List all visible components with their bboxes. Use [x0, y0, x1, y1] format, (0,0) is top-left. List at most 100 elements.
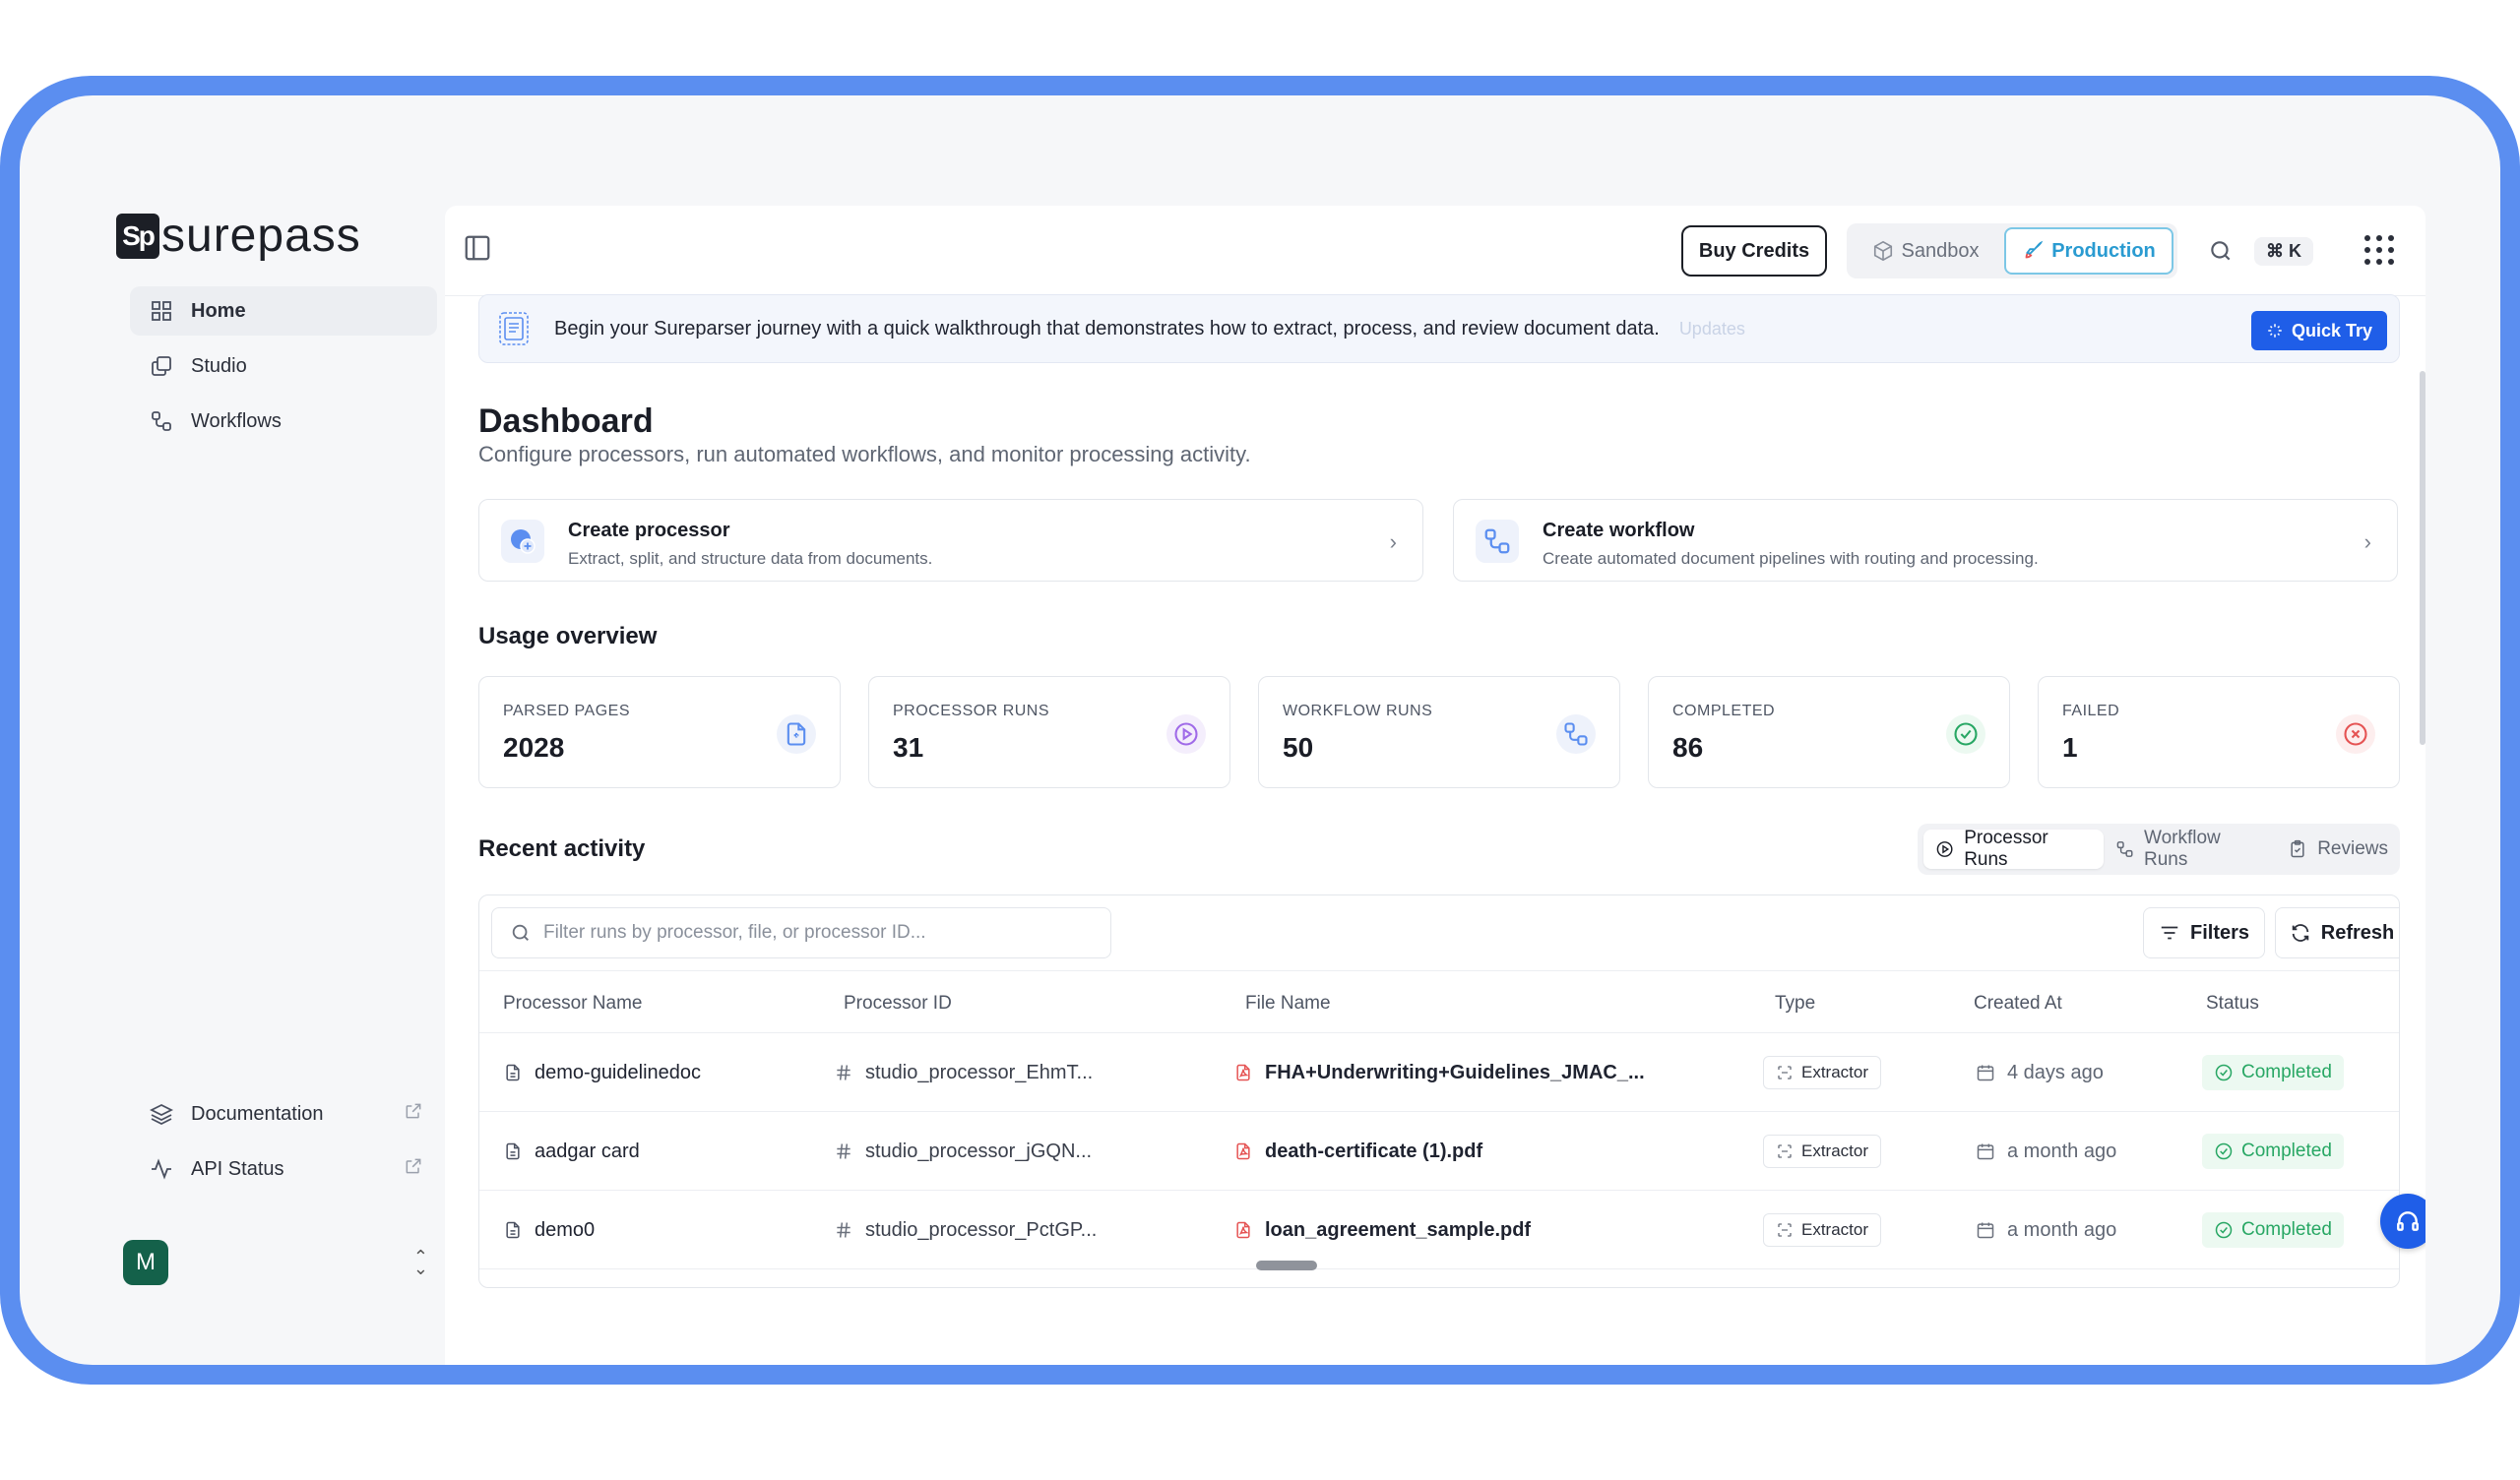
sidebar-item-workflows[interactable]: Workflows	[130, 397, 437, 446]
refresh-label: Refresh	[2320, 921, 2395, 944]
status-cell: Completed	[2202, 1033, 2344, 1112]
logo-mark: Sp	[116, 213, 159, 259]
created-at: a month ago	[2007, 1218, 2117, 1241]
type-cell: Extractor	[1763, 1033, 1882, 1112]
sidebar-toggle-button[interactable]	[463, 233, 492, 263]
sidebar-item-label: Workflows	[191, 409, 282, 432]
page-title: Dashboard	[478, 402, 654, 440]
refresh-button[interactable]: Refresh	[2275, 907, 2399, 958]
col-type[interactable]: Type	[1775, 993, 1815, 1015]
pdf-file-icon	[1236, 1064, 1250, 1081]
create-workflow-card[interactable]: Create workflow Create automated documen…	[1453, 499, 2398, 582]
buy-credits-button[interactable]: Buy Credits	[1681, 225, 1827, 277]
production-label: Production	[2051, 239, 2156, 262]
hash-icon	[837, 1065, 850, 1080]
tab-label: Reviews	[2317, 838, 2388, 859]
vertical-scrollbar[interactable]	[2420, 371, 2426, 745]
workflow-icon	[1556, 714, 1596, 754]
status-badge: Completed	[2202, 1055, 2344, 1090]
file-name-cell[interactable]: FHA+Underwriting+Guidelines_JMAC_...	[1233, 1033, 1645, 1112]
search-icon	[2197, 227, 2244, 275]
device-frame: Sp surepass Home Studio Workflows Docume…	[0, 76, 2520, 1385]
table-header: Processor Name Processor ID File Name Ty…	[479, 970, 2399, 1033]
col-status[interactable]: Status	[2206, 993, 2259, 1015]
file-name-cell[interactable]: loan_agreement_sample.pdf	[1233, 1191, 1531, 1269]
processor-id: studio_processor_jGQN...	[865, 1140, 1093, 1162]
refresh-icon	[2292, 924, 2308, 942]
processor-name-cell: demo0	[503, 1191, 595, 1269]
logo-text: surepass	[161, 210, 361, 262]
create-processor-card[interactable]: Create processor Extract, split, and str…	[478, 499, 1423, 582]
stat-processor-runs: PROCESSOR RUNS 31	[868, 676, 1230, 788]
layers-icon	[150, 1103, 173, 1126]
status-label: Completed	[2241, 1141, 2332, 1161]
col-file-name[interactable]: File Name	[1245, 993, 1331, 1015]
sidebar-item-label: API Status	[191, 1157, 284, 1180]
sandbox-button[interactable]: Sandbox	[1853, 227, 1998, 275]
sidebar-item-documentation[interactable]: Documentation	[130, 1089, 437, 1139]
tab-workflow-runs[interactable]: Workflow Runs	[2104, 828, 2276, 870]
clipboard-icon	[2291, 839, 2304, 858]
sidebar-item-label: Documentation	[191, 1102, 324, 1125]
processor-id-cell: studio_processor_jGQN...	[834, 1112, 1092, 1191]
filter-runs-input[interactable]: Filter runs by processor, file, or proce…	[491, 907, 1111, 958]
scan-icon	[1778, 1144, 1792, 1158]
search-icon	[512, 924, 529, 941]
check-circle-icon	[2215, 1064, 2233, 1081]
file-icon	[506, 1064, 520, 1081]
item-left: Documentation	[150, 1102, 324, 1126]
sidebar-item-home[interactable]: Home	[130, 286, 437, 336]
col-processor-id[interactable]: Processor ID	[844, 993, 952, 1015]
type-badge: Extractor	[1763, 1213, 1882, 1247]
sandbox-label: Sandbox	[1901, 239, 1980, 262]
stat-value: 31	[893, 732, 924, 763]
environment-switch: Sandbox Production	[1847, 223, 2177, 278]
rocket-icon	[2025, 240, 2044, 259]
processor-plus-icon	[501, 520, 544, 563]
stat-parsed-pages: PARSED PAGES 2028	[478, 676, 841, 788]
stat-workflow-runs: WORKFLOW RUNS 50	[1258, 676, 1620, 788]
processor-name-cell: aadgar card	[503, 1112, 640, 1191]
quick-try-button[interactable]: Quick Try	[2251, 311, 2387, 350]
scan-icon	[1778, 1223, 1792, 1237]
grid-icon	[152, 301, 171, 321]
stat-failed: FAILED 1	[2038, 676, 2400, 788]
status-label: Completed	[2241, 1062, 2332, 1082]
stat-value: 2028	[503, 732, 565, 763]
filters-button[interactable]: Filters	[2143, 907, 2265, 958]
processor-name-cell: demo-guidelinedoc	[503, 1033, 701, 1112]
apps-grid-icon[interactable]	[2364, 235, 2394, 265]
card-description: Create automated document pipelines with…	[1543, 549, 2039, 568]
table-row[interactable]: demo-guidelinedoc studio_processor_EhmT.…	[479, 1033, 2399, 1112]
document-scan-icon	[777, 714, 816, 754]
sidebar-item-label: Home	[191, 299, 246, 322]
pdf-file-icon	[1236, 1142, 1250, 1160]
workflow-icon	[1476, 520, 1519, 563]
horizontal-scrollbar[interactable]	[1256, 1261, 1317, 1270]
shortcut-badge: ⌘ K	[2254, 236, 2313, 266]
col-processor-name[interactable]: Processor Name	[503, 993, 643, 1015]
processor-id: studio_processor_PctGP...	[865, 1218, 1098, 1241]
stat-label: PARSED PAGES	[503, 703, 630, 719]
brand-logo[interactable]: Sp surepass	[116, 209, 361, 263]
top-bar: Buy Credits Sandbox Production ⌘ K	[445, 206, 2426, 296]
tab-reviews[interactable]: Reviews	[2276, 830, 2400, 869]
table-row[interactable]: aadgar card studio_processor_jGQN... dea…	[479, 1112, 2399, 1191]
quick-try-label: Quick Try	[2291, 320, 2373, 340]
recent-activity-title: Recent activity	[478, 835, 646, 862]
stat-value: 1	[2062, 732, 2078, 763]
hash-icon	[837, 1143, 850, 1159]
calendar-icon	[1977, 1065, 1994, 1081]
production-button[interactable]: Production	[2004, 227, 2174, 275]
table-row[interactable]: demo0 studio_processor_PctGP... loan_agr…	[479, 1191, 2399, 1269]
external-link-icon	[404, 1101, 423, 1127]
user-menu[interactable]: M ⌃ ⌄	[123, 1239, 428, 1286]
sidebar-item-api-status[interactable]: API Status	[130, 1144, 437, 1194]
sparkle-icon	[2268, 324, 2282, 338]
tab-processor-runs[interactable]: Processor Runs	[1923, 828, 2104, 870]
file-name-cell[interactable]: death-certificate (1).pdf	[1233, 1112, 1482, 1191]
sidebar-item-studio[interactable]: Studio	[130, 341, 437, 391]
col-created-at[interactable]: Created At	[1974, 993, 2062, 1015]
command-search[interactable]: ⌘ K	[2197, 223, 2331, 278]
created-at: 4 days ago	[2007, 1061, 2104, 1083]
